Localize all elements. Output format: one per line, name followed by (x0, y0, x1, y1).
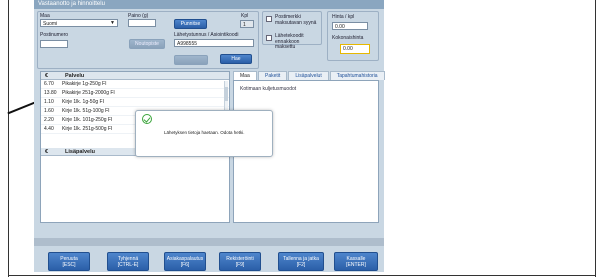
service-list-header: € Palvelu (41, 72, 229, 80)
weigh-button[interactable]: Punnitse (174, 19, 207, 29)
service-row[interactable]: 6.70 Pikakirje 1g-250g FI (41, 80, 229, 89)
kokonaishinta-label: Kokonaishinta (332, 35, 364, 41)
tab-event-history[interactable]: Tapahtumahistoria (329, 71, 385, 80)
prepaid-codes-checkbox[interactable] (266, 35, 272, 41)
service-row[interactable]: 1.10 Kirje 1lk. 1g-50g FI (41, 98, 229, 107)
search-secondary-button[interactable] (174, 55, 208, 65)
customer-feedback-button-shortcut: [F6] (180, 262, 190, 268)
service-price: 4.40 (44, 126, 54, 132)
total-price-field: 0.00 (340, 44, 370, 54)
tab-packages[interactable]: Paketit (258, 71, 288, 80)
service-name: Kirje 1lk. 1g-50g FI (62, 99, 104, 105)
quantity-input[interactable]: 1 (240, 20, 254, 28)
reception-app-window: Vastaanotto ja hinnoittelu Maa Suomi ▼ P… (34, 0, 386, 272)
domestic-transport-label: Kotimaan kuljetusmuodot (240, 86, 297, 92)
service-name: Pikakirje 251g-2000g FI (62, 90, 115, 96)
check-circle-icon (142, 114, 152, 124)
hinta-label: Hinta / kpl (332, 14, 355, 20)
service-price: 1.10 (44, 99, 54, 105)
page-border-left (8, 0, 9, 277)
checkout-button-shortcut: [ENTER] (346, 262, 366, 268)
scrollbar-thumb[interactable] (225, 87, 228, 101)
postal-code-input[interactable] (40, 40, 68, 48)
loading-message: Lähetyksen tietoja haetaan. Odota hetki. (164, 130, 245, 135)
chevron-down-icon: ▼ (110, 20, 115, 26)
cancel-button-shortcut: [ESC] (62, 262, 76, 268)
save-and-continue-button-shortcut: [F2] (296, 262, 306, 268)
shipment-id-input[interactable]: A998555 (174, 39, 254, 47)
tab-country-area[interactable]: Maa / Alue (233, 71, 258, 95)
fetch-button[interactable]: Hae (220, 54, 252, 64)
service-column-header: Palvelu (65, 73, 85, 79)
registration-button[interactable]: Rekisteröinti [F9] (219, 252, 261, 271)
service-name: Kirje 1lk. 251g-500g FI (62, 126, 113, 132)
unit-price-field: 0.00 (332, 22, 368, 30)
additional-service-column-header: Lisäpalvelu (65, 149, 95, 155)
kpl-label: Kpl (241, 13, 249, 19)
tab-additional-services[interactable]: Lisäpalvelut (288, 71, 329, 80)
country-select[interactable]: Suomi ▼ (40, 19, 118, 27)
service-price: 13.80 (44, 90, 57, 96)
prepaid-codes-checkbox-label: Lähetekoodit ennakkoon maksettu (275, 33, 304, 50)
lahetystunnus-label: Lähetystunnus / Asiointikoodi (174, 32, 239, 38)
loading-dialog: Lähetyksen tietoja haetaan. Odota hetki. (135, 110, 273, 157)
postinumero-label: Postinumero (40, 32, 69, 38)
window-title: Vastaanotto ja hinnoittelu (34, 0, 384, 9)
cancel-button[interactable]: Peruuta [ESC] (48, 252, 90, 271)
checkout-button[interactable]: Kassalle [ENTER] (334, 252, 378, 271)
customer-feedback-button[interactable]: Asiakaspalautus [F6] (164, 252, 206, 271)
currency-column-header: € (45, 73, 49, 79)
pickup-point-button[interactable]: Noutopiste (129, 39, 165, 49)
detail-tabs: Maa / Alue Paketit Lisäpalvelut Tapahtum… (233, 71, 386, 95)
registration-button-shortcut: [F9] (235, 262, 245, 268)
additional-currency-header: € (45, 149, 49, 155)
weight-input[interactable] (128, 19, 156, 27)
service-price: 1.60 (44, 108, 54, 114)
service-name: Pikakirje 1g-250g FI (62, 81, 107, 87)
service-price: 6.70 (44, 81, 54, 87)
service-price: 2.20 (44, 117, 54, 123)
service-row[interactable]: 13.80 Pikakirje 251g-2000g FI (41, 89, 229, 98)
service-name: Kirje 1lk. 101g-250g FI (62, 117, 113, 123)
footer-bar (34, 238, 384, 246)
service-name: Kirje 1lk. 51g-100g FI (62, 108, 110, 114)
page-border-right (595, 0, 596, 277)
stamp-checkbox-label: Postimerkki maksutavan syynä (275, 14, 317, 26)
page-border-bottom (8, 275, 596, 276)
clear-button[interactable]: Tyhjennä [CTRL-E] (107, 252, 149, 271)
save-and-continue-button[interactable]: Tallenna ja jatka [F2] (278, 252, 324, 271)
clear-button-shortcut: [CTRL-E] (117, 262, 139, 268)
stamp-checkbox[interactable] (266, 16, 272, 22)
country-select-value: Suomi (43, 21, 58, 27)
